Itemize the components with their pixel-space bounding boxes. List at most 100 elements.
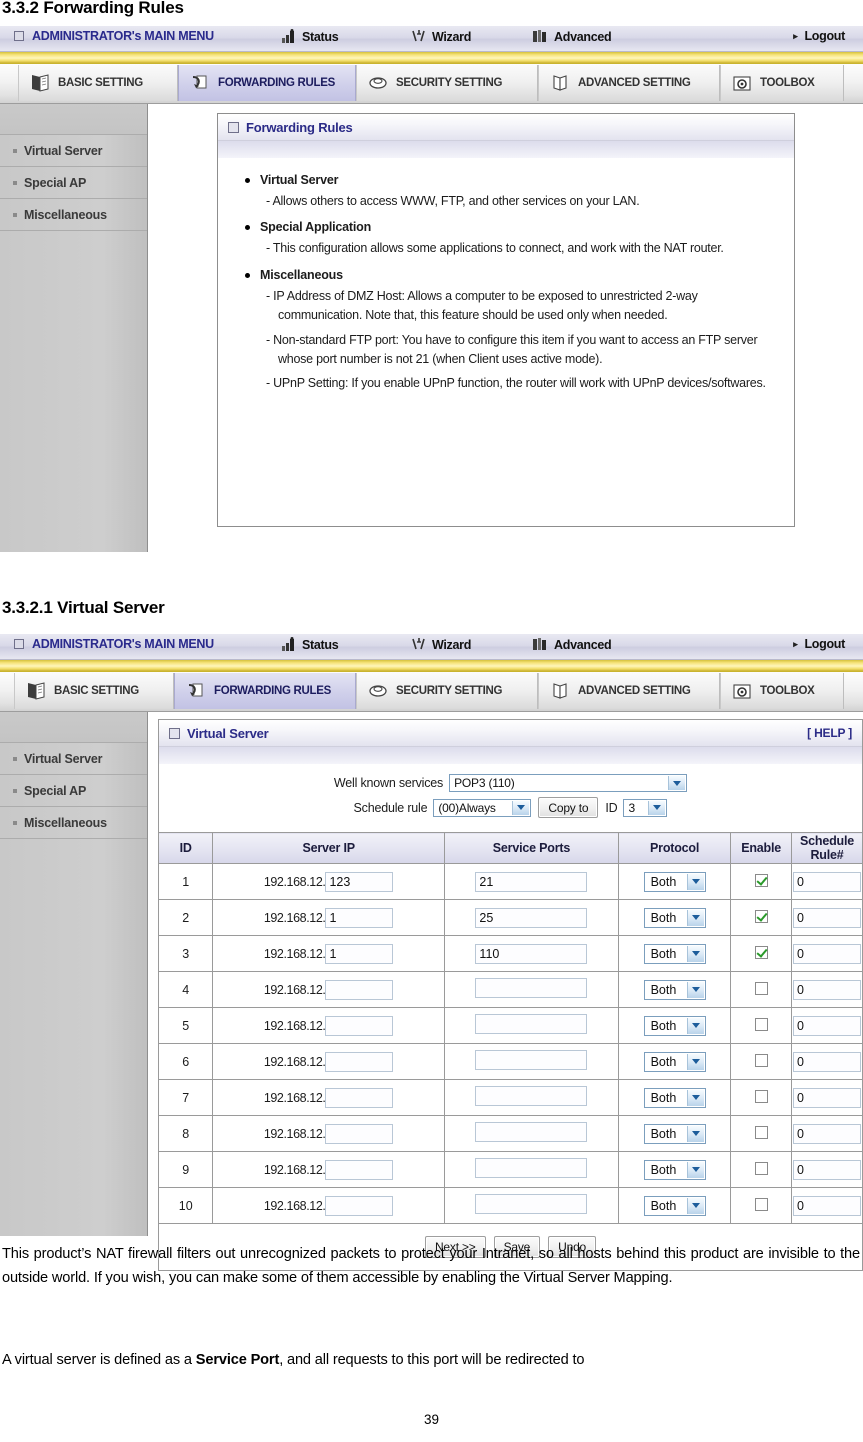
protocol-select[interactable]: Both — [643, 943, 706, 964]
schedule-rule-input[interactable]: 0 — [793, 943, 861, 964]
server-ip-input[interactable] — [325, 1051, 394, 1072]
topbar-admin-main-menu[interactable]: ADMINISTRATOR's MAIN MENU — [14, 637, 214, 651]
enable-checkbox[interactable] — [754, 1161, 768, 1175]
topbar-logout[interactable]: ▸ Logout — [793, 29, 845, 43]
cell-id: 5 — [159, 1007, 214, 1044]
tab-forwarding-rules[interactable]: FORWARDING RULES — [174, 673, 356, 709]
select-value: Both — [650, 1090, 677, 1105]
tab-forwarding-rules[interactable]: FORWARDING RULES — [178, 65, 356, 101]
enable-checkbox[interactable] — [754, 1017, 768, 1031]
column-header-enable: Enable — [730, 832, 792, 864]
sidebar-item-special-ap[interactable]: Special AP — [0, 167, 147, 199]
enable-checkbox[interactable] — [754, 1089, 768, 1103]
topbar-status[interactable]: Status — [281, 637, 339, 652]
server-ip-input[interactable] — [325, 1123, 394, 1144]
ip-prefix-label: 192.168.12. — [263, 982, 326, 997]
topbar-wizard[interactable]: Wizard — [411, 637, 471, 652]
enable-checkbox[interactable] — [754, 981, 768, 995]
cell-id: 7 — [159, 1079, 214, 1116]
schedule-rule-input[interactable]: 0 — [793, 1159, 861, 1180]
topbar-wizard[interactable]: Wizard — [411, 29, 471, 44]
schedule-rule-input[interactable]: 0 — [793, 907, 861, 928]
service-ports-input[interactable] — [475, 1194, 588, 1214]
topbar-advanced[interactable]: Advanced — [531, 29, 612, 44]
enable-checkbox[interactable] — [754, 909, 768, 923]
sidebar-item-virtual-server[interactable]: Virtual Server — [0, 743, 147, 775]
server-ip-input[interactable] — [325, 1015, 394, 1036]
protocol-select[interactable]: Both — [643, 1015, 706, 1036]
id-select[interactable]: 3 — [623, 798, 668, 817]
server-ip-input[interactable] — [325, 979, 394, 1000]
cell-enable — [730, 1187, 792, 1224]
tab-advanced-setting[interactable]: ADVANCED SETTING — [538, 65, 720, 101]
service-ports-input[interactable] — [475, 1050, 588, 1070]
cell-protocol: Both — [618, 1007, 732, 1044]
feature-desc: - IP Address of DMZ Host: Allows a compu… — [266, 288, 698, 323]
protocol-select[interactable]: Both — [643, 907, 706, 928]
schedule-rule-select[interactable]: (00)Always — [433, 798, 532, 817]
protocol-select[interactable]: Both — [643, 1051, 706, 1072]
tab-security-setting[interactable]: SECURITY SETTING — [356, 65, 538, 101]
topbar-advanced[interactable]: Advanced — [531, 637, 612, 652]
topbar-logout[interactable]: ▸ Logout — [793, 637, 845, 651]
tab-toolbox[interactable]: TOOLBOX — [720, 65, 844, 101]
schedule-rule-input[interactable]: 0 — [793, 1123, 861, 1144]
topbar-status-label: Status — [302, 29, 339, 44]
schedule-rule-input[interactable]: 0 — [793, 979, 861, 1000]
schedule-rule-input[interactable]: 0 — [793, 1195, 861, 1216]
service-ports-input[interactable]: 21 — [475, 871, 588, 892]
sidebar-item-miscellaneous[interactable]: Miscellaneous — [0, 807, 147, 839]
server-ip-input[interactable]: 123 — [325, 871, 394, 892]
protocol-select[interactable]: Both — [643, 1195, 706, 1216]
sidebar-item-special-ap[interactable]: Special AP — [0, 775, 147, 807]
schedule-rule-input[interactable]: 0 — [793, 1015, 861, 1036]
enable-checkbox[interactable] — [754, 945, 768, 959]
protocol-select[interactable]: Both — [643, 1159, 706, 1180]
cell-id: 8 — [159, 1115, 214, 1152]
cell-service-ports — [444, 1007, 619, 1044]
schedule-rule-input[interactable]: 0 — [793, 1051, 861, 1072]
sidebar-item-miscellaneous[interactable]: Miscellaneous — [0, 199, 147, 231]
tab-security-setting[interactable]: SECURITY SETTING — [356, 673, 538, 709]
sidebar-nav: Virtual Server Special AP Miscellaneous — [0, 712, 148, 1236]
schedule-rule-input[interactable]: 0 — [793, 1087, 861, 1108]
feature-desc: - UPnP Setting: If you enable UPnP funct… — [266, 376, 766, 391]
enable-checkbox[interactable] — [754, 1053, 768, 1067]
service-ports-input[interactable] — [475, 1122, 588, 1142]
paragraph-2-pre: A virtual server is defined as a — [2, 1352, 196, 1368]
server-ip-input[interactable] — [325, 1195, 394, 1216]
enable-checkbox[interactable] — [754, 1197, 768, 1211]
enable-checkbox[interactable] — [754, 873, 768, 887]
enable-checkbox[interactable] — [754, 1125, 768, 1139]
protocol-select[interactable]: Both — [643, 1087, 706, 1108]
server-ip-input[interactable] — [325, 1159, 394, 1180]
protocol-select[interactable]: Both — [643, 1123, 706, 1144]
help-link[interactable]: [ HELP ] — [807, 726, 852, 740]
tab-advanced-setting[interactable]: ADVANCED SETTING — [538, 673, 720, 709]
service-ports-input[interactable] — [475, 1086, 588, 1106]
sidebar-item-virtual-server[interactable]: Virtual Server — [0, 135, 147, 167]
well-known-services-select[interactable]: POP3 (110) — [449, 774, 688, 792]
service-ports-input[interactable] — [475, 1158, 588, 1178]
service-ports-input[interactable]: 25 — [475, 907, 588, 928]
schedule-rule-input[interactable]: 0 — [793, 871, 861, 892]
server-ip-input[interactable]: 1 — [325, 907, 394, 928]
service-ports-input[interactable]: 110 — [475, 943, 588, 964]
bullet-icon — [13, 820, 17, 825]
protocol-select[interactable]: Both — [643, 979, 706, 1000]
tab-toolbox[interactable]: TOOLBOX — [720, 673, 844, 709]
service-ports-input[interactable] — [475, 978, 588, 998]
service-ports-input[interactable] — [475, 1014, 588, 1034]
protocol-select[interactable]: Both — [643, 871, 706, 892]
chevron-right-icon: ▸ — [793, 638, 798, 649]
card-body: Virtual Server - Allows others to access… — [218, 159, 794, 413]
server-ip-input[interactable]: 1 — [325, 943, 394, 964]
server-ip-input[interactable] — [325, 1087, 394, 1108]
cell-server-ip: 192.168.12. — [212, 1151, 445, 1188]
tab-basic-setting[interactable]: BASIC SETTING — [14, 673, 174, 709]
virtual-server-panel: Virtual Server [ HELP ] Well known servi… — [158, 719, 863, 1271]
topbar-status[interactable]: Status — [281, 29, 339, 44]
copy-to-button[interactable]: Copy to — [538, 797, 599, 818]
topbar-admin-main-menu[interactable]: ADMINISTRATOR's MAIN MENU — [14, 29, 214, 43]
tab-basic-setting[interactable]: BASIC SETTING — [18, 65, 178, 101]
